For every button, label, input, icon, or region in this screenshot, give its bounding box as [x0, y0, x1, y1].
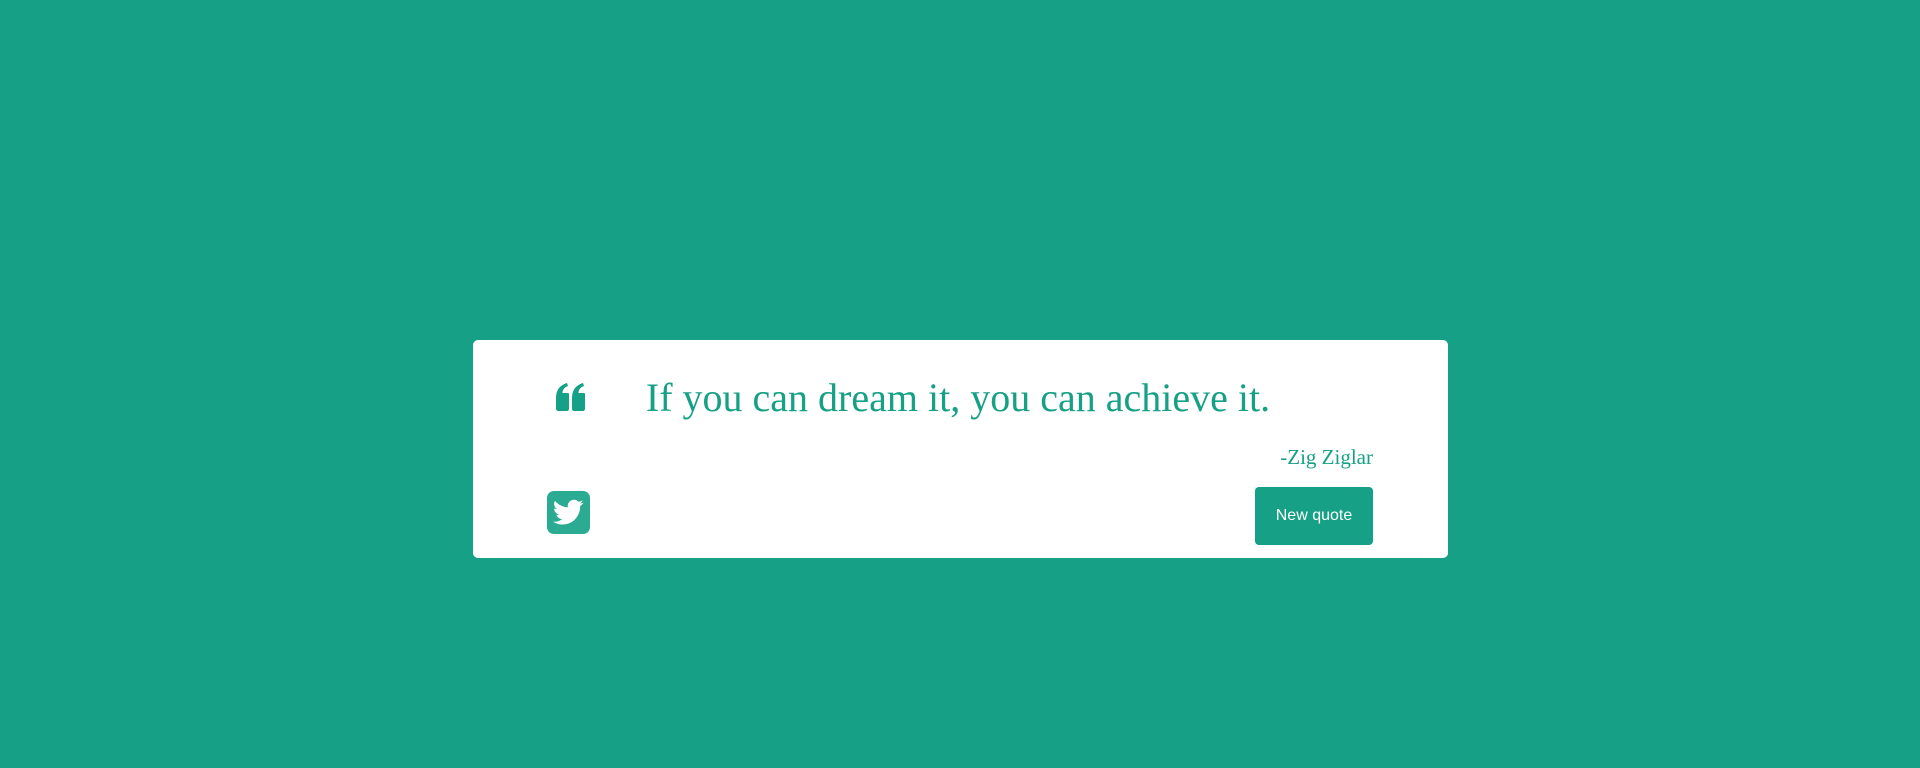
tweet-quote-button[interactable] [547, 491, 590, 534]
new-quote-button[interactable]: New quote [1255, 487, 1373, 545]
quote-box: If you can dream it, you can achieve it.… [473, 340, 1448, 558]
twitter-icon [553, 499, 584, 525]
quote-author: -Zig Ziglar [1280, 445, 1373, 469]
page-background: If you can dream it, you can achieve it.… [0, 0, 1920, 768]
quote-text: If you can dream it, you can achieve it. [645, 375, 1271, 420]
quote-left-icon [554, 382, 586, 412]
